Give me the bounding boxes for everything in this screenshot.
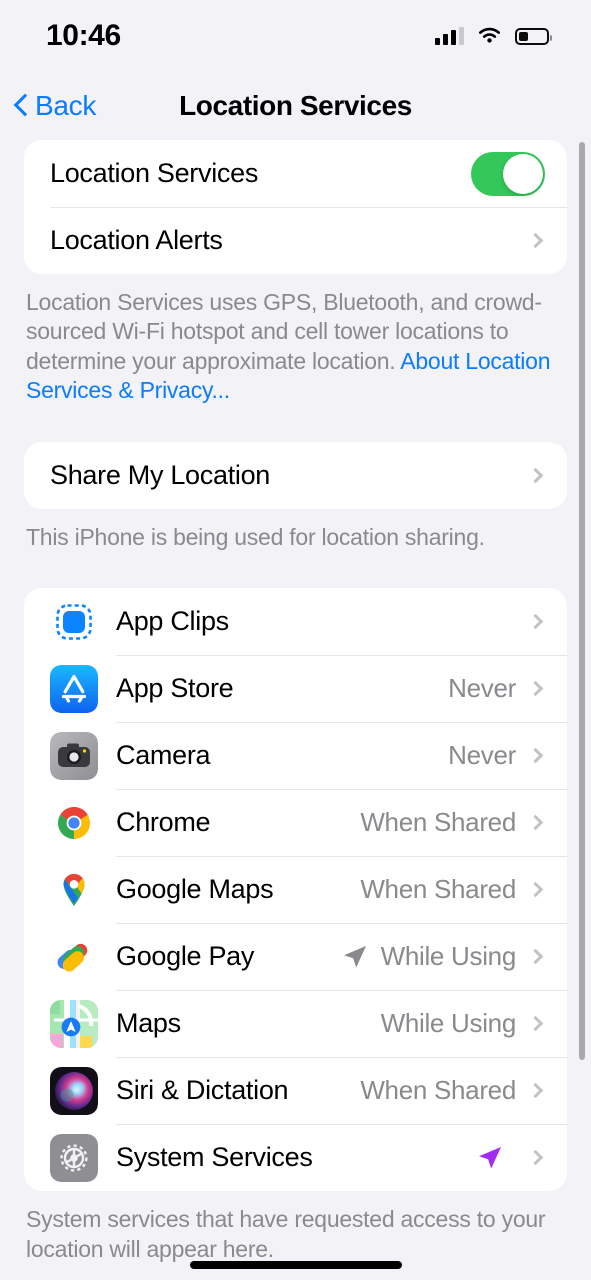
row-label: Google Maps [116,874,274,905]
row-maps[interactable]: Maps While Using [24,990,567,1057]
row-google-pay[interactable]: Google Pay While Using [24,923,567,990]
row-value: Never [448,673,516,704]
navigation-bar: Back Location Services [0,78,591,134]
apps-card: App Clips App Store Never Camera Never C… [24,588,567,1192]
chevron-right-icon [527,232,544,249]
share-location-card: Share My Location [24,441,567,509]
row-app-clips[interactable]: App Clips [24,588,567,655]
siri-icon [50,1066,98,1115]
row-label: Camera [116,740,211,771]
location-services-toggle[interactable] [471,151,545,196]
row-location-alerts[interactable]: Location Alerts [24,207,567,274]
battery-low-icon [515,27,552,45]
row-value: Never [448,740,516,771]
chevron-right-icon [527,1015,544,1032]
row-value: When Shared [360,1075,516,1106]
status-time: 10:46 [46,19,121,52]
row-label: Location Services [50,158,259,188]
row-value: While Using [380,941,517,972]
chevron-right-icon [527,747,544,764]
location-services-footer: Location Services uses GPS, Bluetooth, a… [0,274,591,406]
wifi-icon [477,27,502,45]
row-label: System Services [116,1142,313,1173]
google-maps-icon [50,865,98,914]
chevron-right-icon [527,948,544,965]
row-label: Chrome [116,807,211,838]
chevron-right-icon [527,467,544,484]
row-app-store[interactable]: App Store Never [24,655,567,722]
system-services-icon [50,1133,98,1182]
row-camera[interactable]: Camera Never [24,722,567,789]
phone-screen: 10:46 Back Location Services Location Se… [0,0,591,1280]
share-location-footer: This iPhone is being used for location s… [26,523,485,550]
app-clips-icon [50,597,98,646]
row-value: When Shared [360,807,516,838]
chevron-right-icon [527,814,544,831]
camera-icon [50,731,98,780]
home-indicator[interactable] [189,1261,402,1269]
row-label: Location Alerts [50,225,223,255]
row-label: Share My Location [50,459,271,490]
row-value: When Shared [360,874,516,905]
chevron-right-icon [527,881,544,898]
row-share-my-location[interactable]: Share My Location [24,442,567,509]
chevron-right-icon [527,680,544,697]
back-button-label: Back [35,90,97,121]
chevron-right-icon [527,1082,544,1099]
system-services-footer: System services that have requested acce… [26,1206,546,1262]
row-label: Siri & Dictation [116,1075,289,1106]
vertical-scrollbar[interactable] [579,142,585,1060]
settings-scroll-view[interactable]: Location Services Location Alerts Locati… [0,140,591,1280]
row-label: App Store [116,673,234,704]
google-pay-icon [50,932,98,981]
row-location-services[interactable]: Location Services [24,140,567,207]
back-button[interactable]: Back [14,90,96,122]
row-label: Maps [116,1008,181,1039]
row-value: While Using [380,1008,517,1039]
app-store-icon [50,664,98,713]
chevron-left-icon [14,94,28,118]
location-arrow-purple-icon [476,1144,504,1172]
chevron-right-icon [527,613,544,630]
apple-maps-icon [50,999,98,1048]
row-label: App Clips [116,606,229,637]
row-system-services[interactable]: System Services [24,1124,567,1191]
chrome-icon [50,798,98,847]
status-bar: 10:46 [0,0,591,72]
cellular-bars-icon [435,27,464,45]
row-siri-dictation[interactable]: Siri & Dictation When Shared [24,1057,567,1124]
chevron-right-icon [527,1149,544,1166]
status-icons [435,27,552,45]
row-chrome[interactable]: Chrome When Shared [24,789,567,856]
location-services-card: Location Services Location Alerts [24,140,567,274]
location-arrow-gray-icon [341,943,369,971]
row-label: Google Pay [116,941,255,972]
row-google-maps[interactable]: Google Maps When Shared [24,856,567,923]
